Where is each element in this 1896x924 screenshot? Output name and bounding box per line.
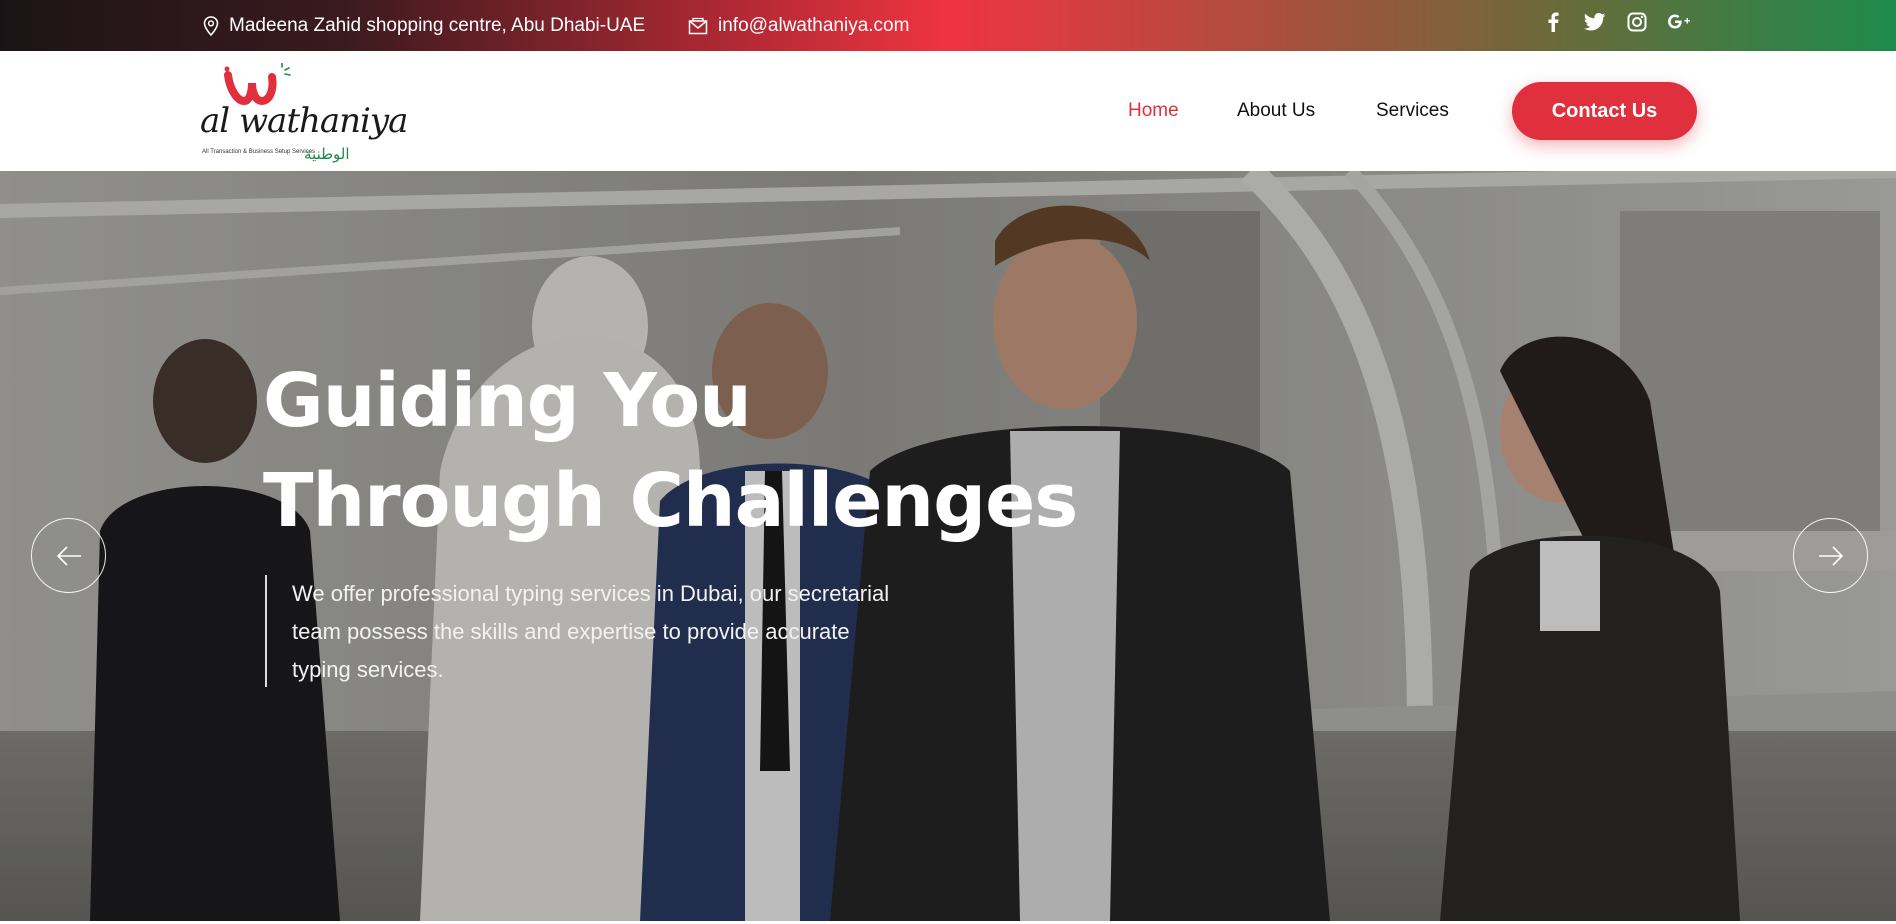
hero-title-line-1: Guiding You (263, 358, 752, 444)
arrow-left-icon (56, 545, 81, 566)
email-link[interactable]: info@alwathaniya.com (718, 15, 909, 37)
logo-arabic-text: الوطنية (304, 146, 350, 163)
address-item: Madeena Zahid shopping centre, Abu Dhabi… (203, 0, 645, 51)
instagram-icon[interactable] (1626, 11, 1648, 33)
google-plus-icon[interactable] (1668, 11, 1690, 33)
hero-title: Guiding You Through Challenges (263, 351, 1163, 551)
hero-description-block: We offer professional typing services in… (265, 575, 889, 687)
contact-us-button[interactable]: Contact Us (1512, 82, 1697, 140)
email-item[interactable]: info@alwathaniya.com (688, 0, 909, 51)
site-logo[interactable]: al wathaniya All Transaction & Business … (200, 63, 408, 163)
hero-description: We offer professional typing services in… (292, 581, 890, 682)
logo-tagline: All Transaction & Business Setup Service… (202, 149, 316, 155)
hero-slider: Guiding You Through Challenges We offer … (0, 171, 1896, 921)
nav-services[interactable]: Services (1376, 100, 1449, 122)
nav-about-us[interactable]: About Us (1237, 100, 1315, 122)
social-links (1542, 0, 1690, 44)
location-pin-icon (203, 15, 219, 36)
slider-next-button[interactable] (1793, 518, 1868, 593)
slider-prev-button[interactable] (31, 518, 106, 593)
address-text: Madeena Zahid shopping centre, Abu Dhabi… (229, 14, 646, 36)
nav-home[interactable]: Home (1128, 100, 1179, 122)
envelope-icon (688, 17, 708, 35)
facebook-icon[interactable] (1542, 11, 1564, 33)
hero-title-line-2: Through Challenges (263, 458, 1078, 544)
arrow-right-icon (1818, 545, 1843, 566)
site-header: al wathaniya All Transaction & Business … (0, 51, 1896, 171)
twitter-icon[interactable] (1584, 11, 1606, 33)
top-bar: Madeena Zahid shopping centre, Abu Dhabi… (0, 0, 1896, 51)
logo-wordmark: al wathaniya (200, 101, 408, 141)
